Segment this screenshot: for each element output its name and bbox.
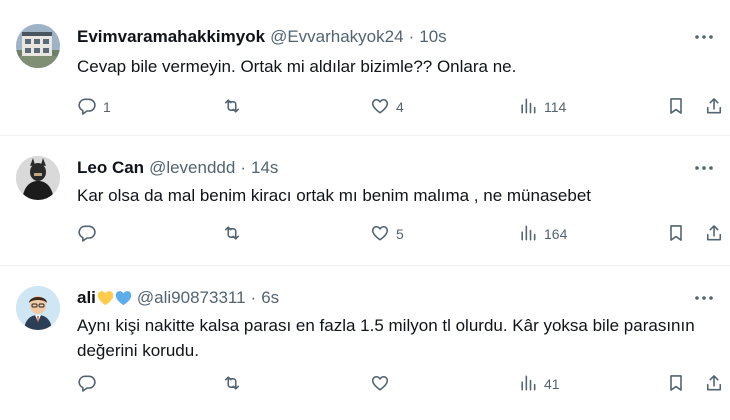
like-button[interactable] <box>370 372 396 396</box>
tweet-text: Aynı kişi nakitte kalsa parası en fazla … <box>77 316 695 360</box>
more-icon[interactable] <box>694 289 714 307</box>
share-button[interactable] <box>704 372 724 396</box>
yellow-heart-icon <box>97 290 114 306</box>
views-count: 41 <box>544 376 560 392</box>
reply-count: 1 <box>103 99 111 115</box>
like-button[interactable]: 5 <box>370 222 404 246</box>
retweet-icon <box>222 223 242 246</box>
views-count: 114 <box>544 99 567 115</box>
heart-icon <box>370 96 390 119</box>
action-bar: 41 <box>77 372 723 396</box>
bookmark-button[interactable] <box>666 95 686 119</box>
display-name[interactable]: Evimvaramahakkimyok <box>77 27 265 47</box>
share-button[interactable] <box>704 95 724 119</box>
avatar[interactable] <box>16 286 60 330</box>
like-button[interactable]: 4 <box>370 95 404 119</box>
tweet-1[interactable]: Evimvaramahakkimyok @Evvarhakyok24 · 10s… <box>0 0 730 136</box>
display-name[interactable]: Leo Can <box>77 158 144 178</box>
views-button[interactable]: 114 <box>518 95 566 119</box>
views-button[interactable]: 164 <box>518 222 567 246</box>
blue-heart-icon <box>115 290 132 306</box>
user-handle[interactable]: @levenddd <box>149 158 235 178</box>
share-button[interactable] <box>704 222 724 246</box>
tweet-header: Leo Can @levenddd · 14s <box>77 157 278 179</box>
reply-button[interactable] <box>77 372 103 396</box>
bookmark-button[interactable] <box>666 222 686 246</box>
retweet-button[interactable] <box>222 372 248 396</box>
reply-icon <box>77 223 97 246</box>
tweet-2[interactable]: Leo Can @levenddd · 14s Kar olsa da mal … <box>0 136 730 266</box>
tweet-header: ali @ali90873311 · 6s <box>77 287 279 309</box>
views-count: 164 <box>544 226 568 242</box>
share-icon <box>704 373 724 396</box>
retweet-icon <box>222 373 242 396</box>
views-icon <box>518 223 538 246</box>
timestamp[interactable]: 10s <box>419 27 446 47</box>
separator-dot: · <box>250 288 257 307</box>
avatar[interactable] <box>16 24 60 68</box>
tweet-header: Evimvaramahakkimyok @Evvarhakyok24 · 10s <box>77 26 447 48</box>
user-handle[interactable]: @Evvarhakyok24 <box>270 27 404 47</box>
action-bar: 1 4 114 <box>77 95 723 119</box>
like-count: 4 <box>396 99 404 115</box>
avatar[interactable] <box>16 156 60 200</box>
views-button[interactable]: 41 <box>518 372 560 396</box>
bookmark-icon <box>666 373 686 396</box>
tweet-3[interactable]: ali @ali90873311 · 6s Aynı kişi nakitte … <box>0 266 730 420</box>
share-icon <box>704 96 724 119</box>
retweet-button[interactable] <box>222 95 248 119</box>
action-bar: 5 164 <box>77 222 723 246</box>
separator-dot: · <box>240 158 246 177</box>
like-count: 5 <box>396 226 404 242</box>
more-icon[interactable] <box>694 28 714 46</box>
display-name[interactable]: ali <box>77 288 96 308</box>
retweet-icon <box>222 96 242 119</box>
tweet-text: Kar olsa da mal benim kiracı ortak mı be… <box>77 186 591 205</box>
retweet-button[interactable] <box>222 222 248 246</box>
views-icon <box>518 96 538 119</box>
reply-icon <box>77 96 97 119</box>
heart-icon <box>370 223 390 246</box>
heart-icon <box>370 373 390 396</box>
timestamp[interactable]: 14s <box>251 158 278 178</box>
tweet-text: Cevap bile vermeyin. Ortak mi aldılar bi… <box>77 57 517 76</box>
bookmark-icon <box>666 96 686 119</box>
reply-button[interactable] <box>77 222 103 246</box>
share-icon <box>704 223 724 246</box>
bookmark-button[interactable] <box>666 372 686 396</box>
reply-button[interactable]: 1 <box>77 95 111 119</box>
separator-dot: · <box>408 27 415 46</box>
timestamp[interactable]: 6s <box>261 288 279 308</box>
reply-icon <box>77 373 97 396</box>
more-icon[interactable] <box>694 159 714 177</box>
bookmark-icon <box>666 223 686 246</box>
views-icon <box>518 373 538 396</box>
user-handle[interactable]: @ali90873311 <box>137 288 246 308</box>
reply-feed: Evimvaramahakkimyok @Evvarhakyok24 · 10s… <box>0 0 730 420</box>
